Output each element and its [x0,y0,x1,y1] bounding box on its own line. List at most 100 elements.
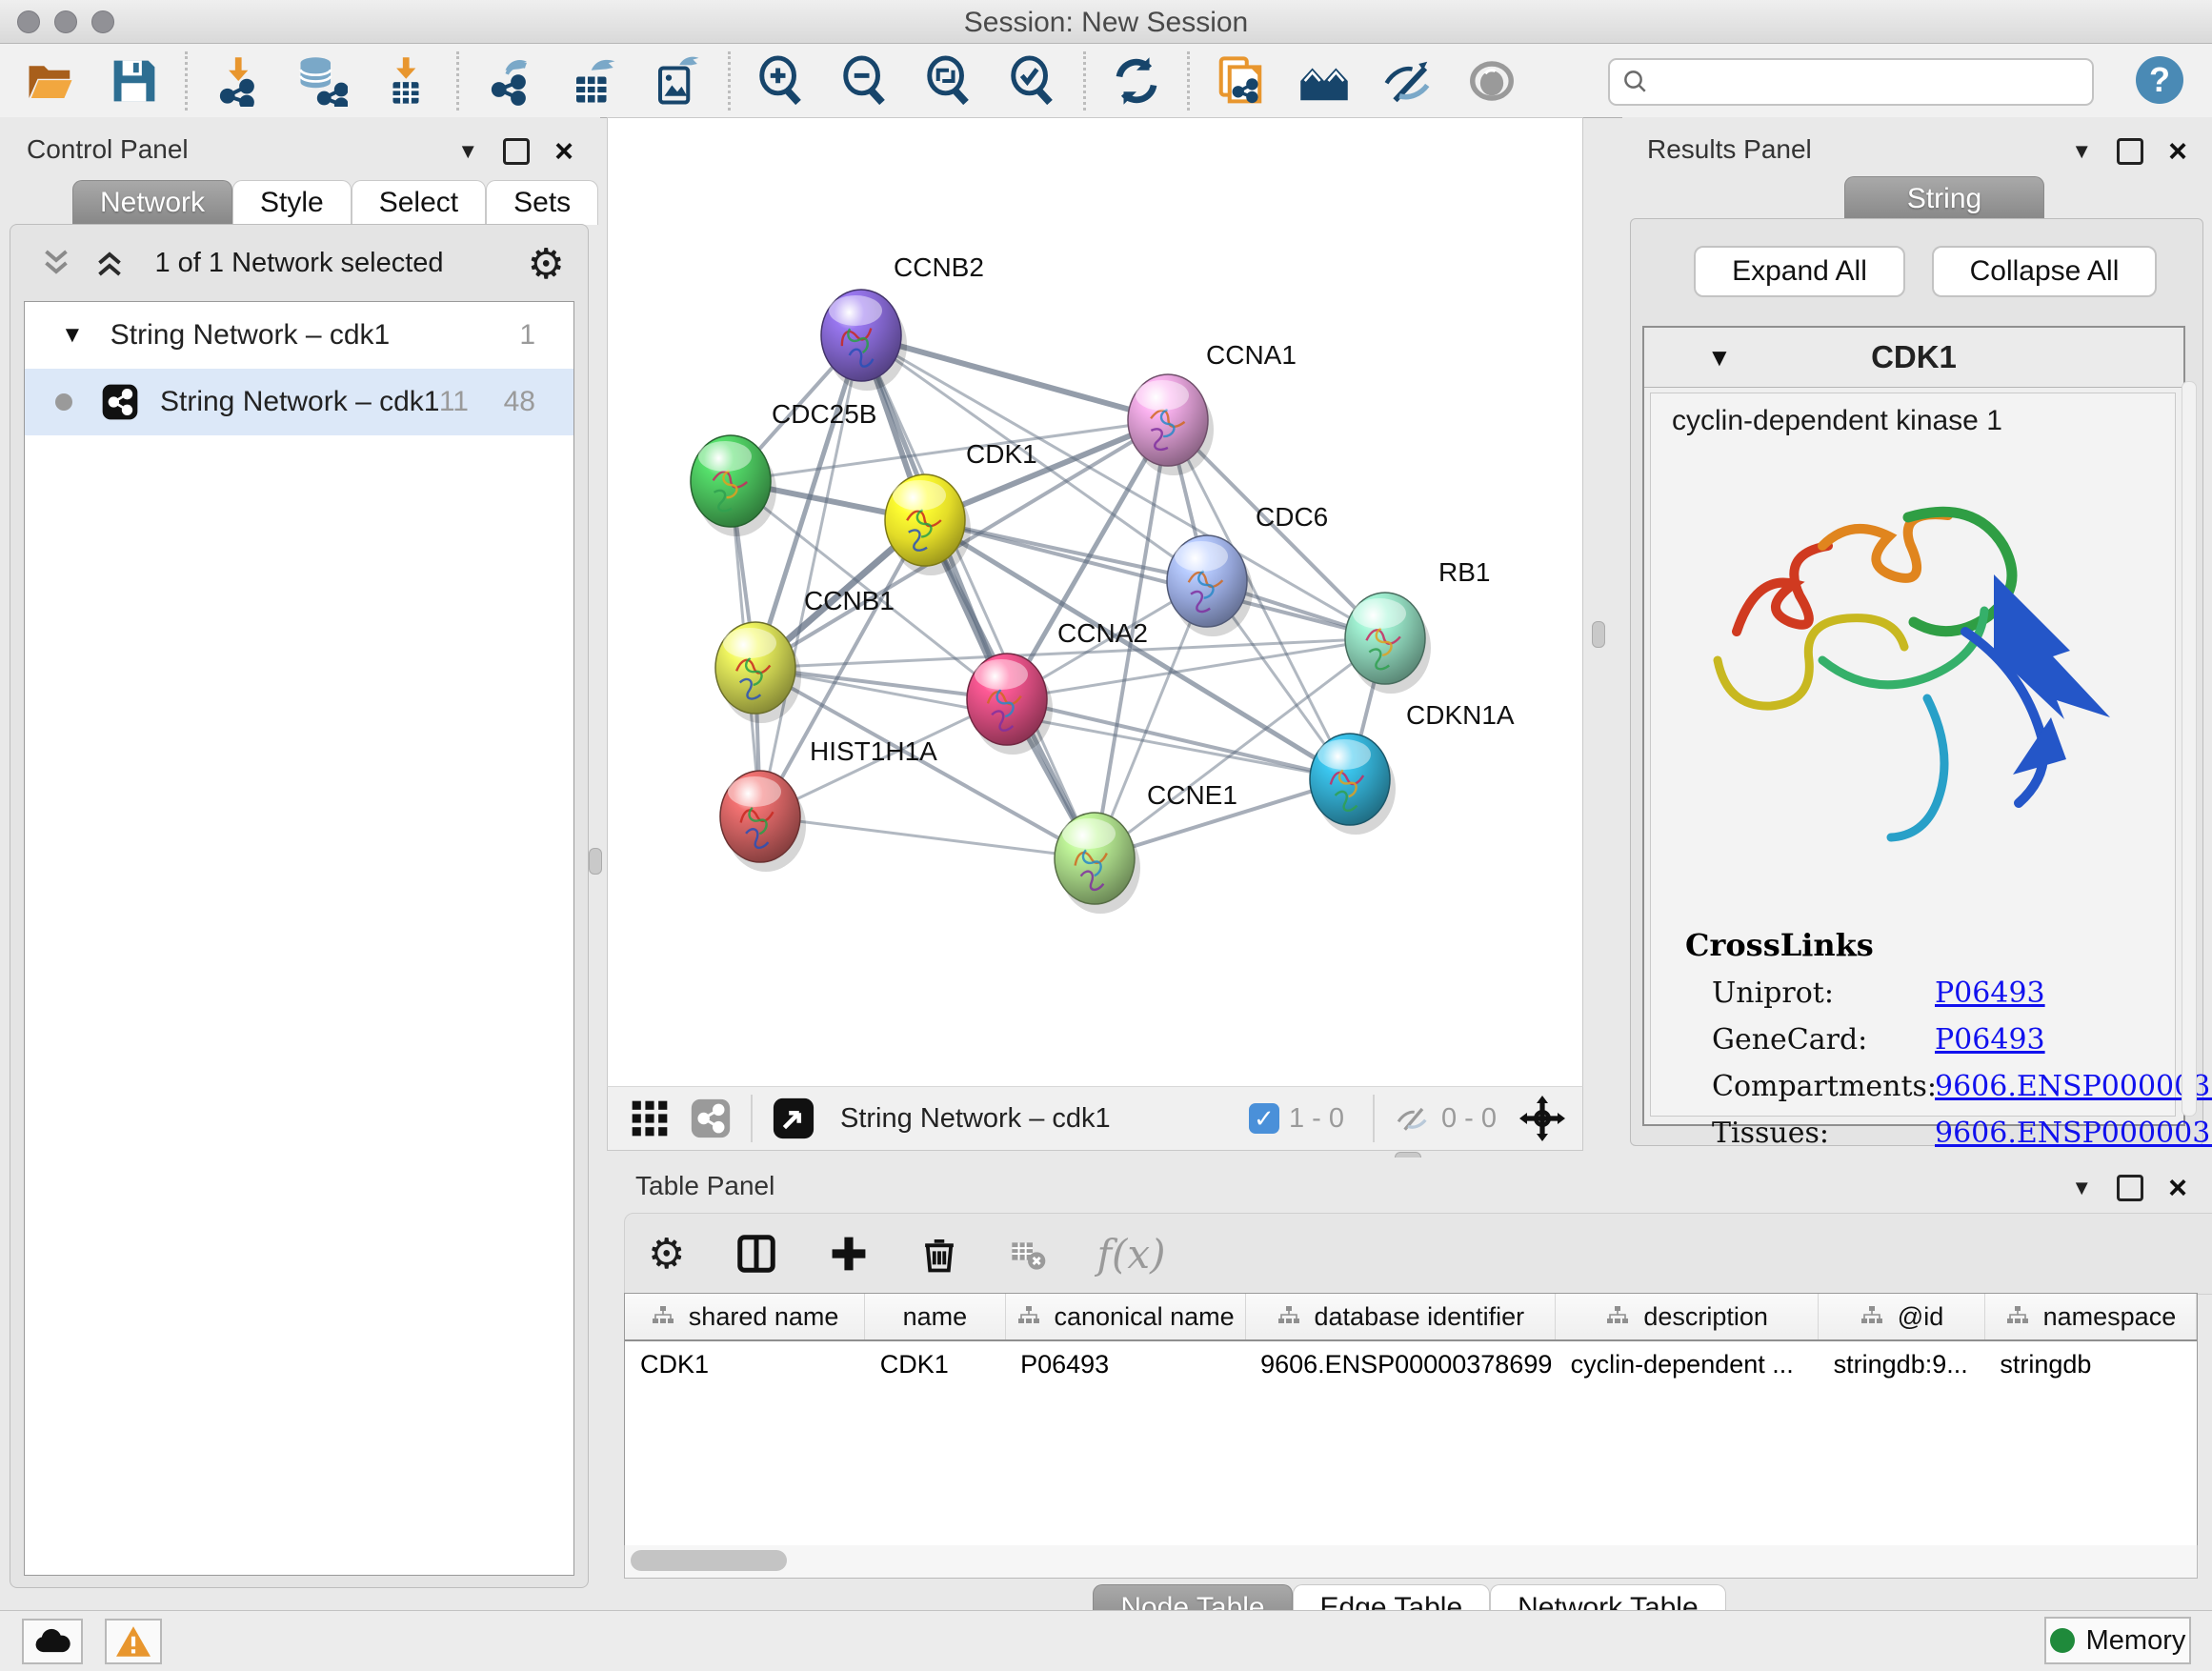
results-panel-float-icon[interactable]: ▼ [2071,139,2092,164]
left-splitter-handle[interactable] [589,848,602,875]
crosslink-link[interactable]: P06493 [1935,976,2045,1010]
column-header-database-identifier[interactable]: database identifier [1245,1294,1556,1340]
node-label-CDC25B: CDC25B [772,399,876,429]
import-network-from-database-icon[interactable] [296,55,348,107]
tab-string[interactable]: String [1844,176,2044,221]
vertical-splitter-handle[interactable] [1592,621,1605,648]
table-panel-float-icon[interactable]: ▼ [2071,1176,2092,1200]
zoom-in-icon[interactable] [755,55,807,107]
pan-crosshair-icon[interactable] [1519,1096,1565,1141]
results-panel-maximize-icon[interactable] [2117,138,2143,165]
zoom-selected-icon[interactable] [1007,55,1058,107]
edge-CCNA1-CDC25B[interactable] [731,420,1168,481]
add-column-icon[interactable] [828,1233,870,1275]
refresh-view-icon[interactable] [1111,55,1162,107]
tab-select[interactable]: Select [352,180,486,225]
tab-style[interactable]: Style [232,180,352,225]
table-cell[interactable]: P06493 [1005,1340,1245,1387]
table-cell[interactable]: CDK1 [865,1340,1005,1387]
edge-HIST1H1A-CCNE1[interactable] [760,816,1095,858]
table-hscrollbar-thumb[interactable] [631,1550,787,1571]
edge-CDK1-RB1[interactable] [925,520,1385,638]
control-panel-float-icon[interactable]: ▼ [457,139,478,164]
column-header-canonical-name[interactable]: canonical name [1005,1294,1245,1340]
expand-all-button[interactable]: Expand All [1694,246,1905,297]
edge-CCNB2-CCNE1[interactable] [861,335,1095,858]
hide-graphics-details-icon[interactable] [1382,55,1434,107]
node-CCNA2[interactable]: CCNA2 [967,618,1148,755]
results-scrollbar[interactable] [2182,381,2197,1117]
search-box[interactable] [1608,58,2094,106]
memory-button[interactable]: Memory [2044,1617,2191,1664]
table-cell[interactable]: stringdb:9... [1819,1340,1985,1387]
gene-section-header[interactable]: ▼ CDK1 [1644,328,2183,388]
export-image-icon[interactable] [652,55,703,107]
results-panel-close-icon[interactable]: × [2168,141,2187,162]
function-builder-icon[interactable]: f(x) [1096,1231,1165,1278]
table-panel-close-icon[interactable]: × [2168,1178,2187,1198]
network-canvas[interactable]: CCNB2CCNA1CDC25BCDK1CDC6RB1CCNB1CCNA2CDK… [607,117,1583,1088]
tab-network[interactable]: Network [72,180,232,225]
table-hscrollbar[interactable] [624,1545,2198,1579]
delete-column-icon[interactable] [919,1233,959,1275]
control-panel-tabs: NetworkStyleSelectSets [72,180,598,225]
table-cell[interactable]: cyclin-dependent ... [1556,1340,1819,1387]
node-CDC25B[interactable]: CDC25B [691,399,876,536]
tab-sets[interactable]: Sets [486,180,598,225]
export-table-icon[interactable] [568,55,619,107]
first-neighbors-icon[interactable] [1298,55,1350,107]
node-CCNA1[interactable]: CCNA1 [1128,340,1297,475]
node-label-CCNB2: CCNB2 [894,252,984,282]
help-button[interactable]: ? [2136,56,2183,104]
node-CCNE1[interactable]: CCNE1 [1055,780,1237,914]
table-options-gear-icon[interactable]: ⚙ [648,1230,685,1278]
collection-expand-icon[interactable]: ▼ [61,322,84,349]
search-icon [1621,68,1650,96]
edge-CCNA2-CDKN1A[interactable] [1007,699,1350,779]
node-CDKN1A[interactable]: CDKN1A [1310,700,1515,835]
control-panel-close-icon[interactable]: × [554,141,573,162]
import-network-icon[interactable] [212,55,264,107]
table-row[interactable]: CDK1CDK1P064939606.ENSP00000378699cyclin… [625,1340,2197,1387]
open-session-icon[interactable] [25,55,76,107]
zoom-fit-icon[interactable] [923,55,975,107]
node-RB1[interactable]: RB1 [1345,557,1490,694]
column-header-namespace[interactable]: namespace [1984,1294,2196,1340]
delete-table-icon[interactable] [1009,1235,1047,1273]
node-CCNB2[interactable]: CCNB2 [821,252,984,391]
crosslink-link[interactable]: P06493 [1935,1023,2045,1057]
cloud-status-button[interactable] [22,1619,83,1664]
warnings-button[interactable] [105,1619,162,1664]
search-input[interactable] [1650,67,2035,98]
show-columns-icon[interactable] [734,1232,778,1276]
birdseye-view-icon[interactable] [772,1097,815,1140]
column-header-name[interactable]: name [865,1294,1005,1340]
table-cell[interactable]: stringdb [1984,1340,2196,1387]
save-session-icon[interactable] [109,55,160,107]
clone-network-icon[interactable] [1215,55,1266,107]
network-row[interactable]: String Network – cdk1 11 48 [25,369,573,435]
show-graphics-details-icon[interactable] [1466,55,1518,107]
node-HIST1H1A[interactable]: HIST1H1A [720,736,937,872]
selected-nodes-checkbox[interactable]: ✓ [1249,1103,1279,1134]
crosslink-link[interactable]: 9606.ENSP00000378699 [1935,1117,2212,1150]
network-view-icon[interactable] [690,1097,732,1139]
column-header--id[interactable]: @id [1819,1294,1985,1340]
node-CDK1[interactable]: CDK1 [885,439,1037,575]
table-cell[interactable]: 9606.ENSP00000378699 [1245,1340,1556,1387]
column-header-shared-name[interactable]: shared name [625,1294,865,1340]
collapse-all-button[interactable]: Collapse All [1932,246,2157,297]
crosslink-link[interactable]: 9606.ENSP00000378699 [1935,1070,2212,1103]
table-panel-maximize-icon[interactable] [2117,1175,2143,1201]
collection-label: String Network – cdk1 [111,319,390,352]
export-network-icon[interactable] [484,55,535,107]
import-table-icon[interactable] [380,55,432,107]
zoom-out-icon[interactable] [839,55,891,107]
edge-CCNB2-CCNA1[interactable] [861,335,1168,420]
network-collection-row[interactable]: ▼ String Network – cdk1 1 [25,302,573,369]
grid-mode-icon[interactable] [629,1097,671,1139]
table-cell[interactable]: CDK1 [625,1340,865,1387]
control-panel-maximize-icon[interactable] [503,138,530,165]
network-options-gear-icon[interactable]: ⚙ [528,240,565,289]
column-header-description[interactable]: description [1556,1294,1819,1340]
